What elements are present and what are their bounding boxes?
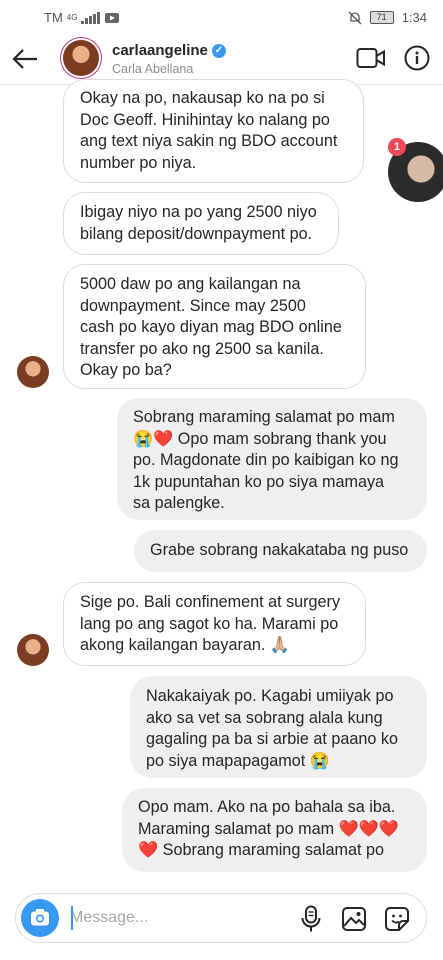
message-bubble-outgoing[interactable]: Grabe sobrang nakakataba ng puso	[134, 530, 427, 572]
carrier-label: TM	[44, 10, 63, 25]
clock: 1:34	[401, 10, 427, 25]
camera-button[interactable]	[21, 899, 59, 937]
info-icon[interactable]	[404, 45, 430, 71]
battery-icon: 71	[369, 11, 394, 24]
message-input[interactable]	[70, 907, 250, 929]
notification-badge: 1	[388, 138, 406, 156]
username-text: carlaangeline	[112, 42, 208, 59]
conversation-header: carlaangeline ✓ Carla Abellana	[0, 34, 443, 85]
message-bubble-outgoing[interactable]: Nakakaiyak po. Kagabi umiiyak po ako sa …	[130, 676, 427, 778]
gallery-icon[interactable]	[341, 906, 367, 932]
message-bubble-incoming[interactable]: Sige po. Bali confinement at surgery lan…	[63, 582, 366, 666]
sender-avatar[interactable]	[17, 634, 49, 666]
message-bubble-incoming[interactable]: Okay na po, nakausap ko na po si Doc Geo…	[63, 79, 364, 183]
full-name: Carla Abellana	[112, 62, 194, 76]
camera-icon	[31, 909, 49, 926]
text-caret	[71, 906, 73, 930]
avatar[interactable]	[63, 40, 99, 76]
microphone-icon[interactable]	[300, 905, 322, 933]
network-label: 4G	[66, 13, 78, 22]
chat-head[interactable]: 1	[388, 138, 443, 206]
sticker-icon[interactable]	[384, 906, 410, 932]
message-composer	[15, 893, 427, 943]
status-left: TM 4G	[44, 10, 120, 25]
message-bubble-incoming[interactable]: Ibigay niyo na po yang 2500 niyo bilang …	[63, 192, 339, 255]
youtube-icon	[105, 12, 120, 23]
message-bubble-incoming[interactable]: 5000 daw po ang kailangan na downpayment…	[63, 264, 366, 389]
sender-avatar[interactable]	[17, 356, 49, 388]
message-bubble-outgoing[interactable]: Sobrang maraming salamat po mam 😭❤️ Opo …	[117, 398, 427, 520]
mute-bell-icon	[348, 11, 362, 24]
verified-icon: ✓	[211, 43, 226, 58]
username[interactable]: carlaangeline ✓	[112, 42, 226, 59]
status-right: 71 1:34	[348, 10, 427, 25]
signal-icon	[81, 11, 101, 24]
message-bubble-outgoing[interactable]: Opo mam. Ako na po bahala sa iba. Marami…	[122, 788, 427, 872]
status-bar: TM 4G 71 1:34	[0, 0, 443, 34]
video-call-icon[interactable]	[356, 46, 386, 70]
back-arrow-icon[interactable]	[10, 44, 40, 74]
